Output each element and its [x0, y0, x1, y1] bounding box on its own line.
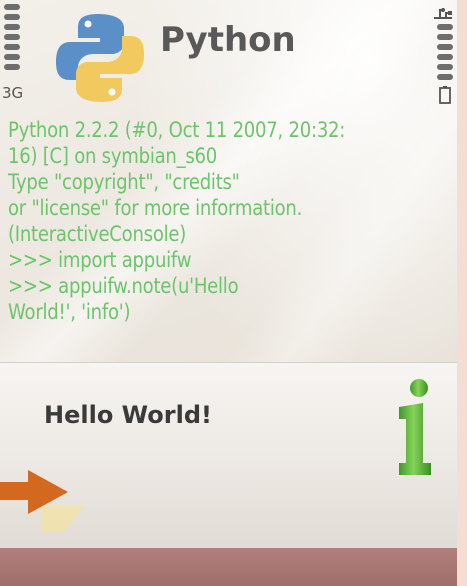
info-icon: [399, 379, 431, 475]
python-logo-icon: [56, 14, 144, 102]
title-bar: 3G Python: [0, 0, 457, 112]
console-line: >>> appuifw.note(u'Hello: [8, 274, 239, 299]
battery-level-icon: [437, 24, 453, 84]
side-strip: [457, 0, 467, 586]
battery-icon: [439, 86, 451, 104]
console-line: or "license" for more information.: [8, 196, 303, 221]
network-indicator: 3G: [2, 84, 24, 102]
softkey-bar: [0, 548, 457, 586]
note-message: Hello World!: [44, 401, 212, 429]
console-line: World!', 'info'): [8, 300, 131, 325]
console-line: >>> import appuifw: [8, 248, 192, 273]
console-line: Python 2.2.2 (#0, Oct 11 2007, 20:32:: [8, 118, 346, 143]
console-line: 16) [C] on symbian_s60: [8, 144, 218, 169]
app-title: Python: [160, 20, 296, 60]
signal-strength-icon: [4, 4, 20, 74]
console-line: Type "copyright", "credits": [8, 170, 240, 195]
usb-connection-icon: [434, 8, 452, 19]
orange-arrow-icon: [0, 470, 84, 532]
console-line: (InteractiveConsole): [8, 222, 187, 247]
console-output[interactable]: Python 2.2.2 (#0, Oct 11 2007, 20:32: 16…: [8, 118, 454, 326]
